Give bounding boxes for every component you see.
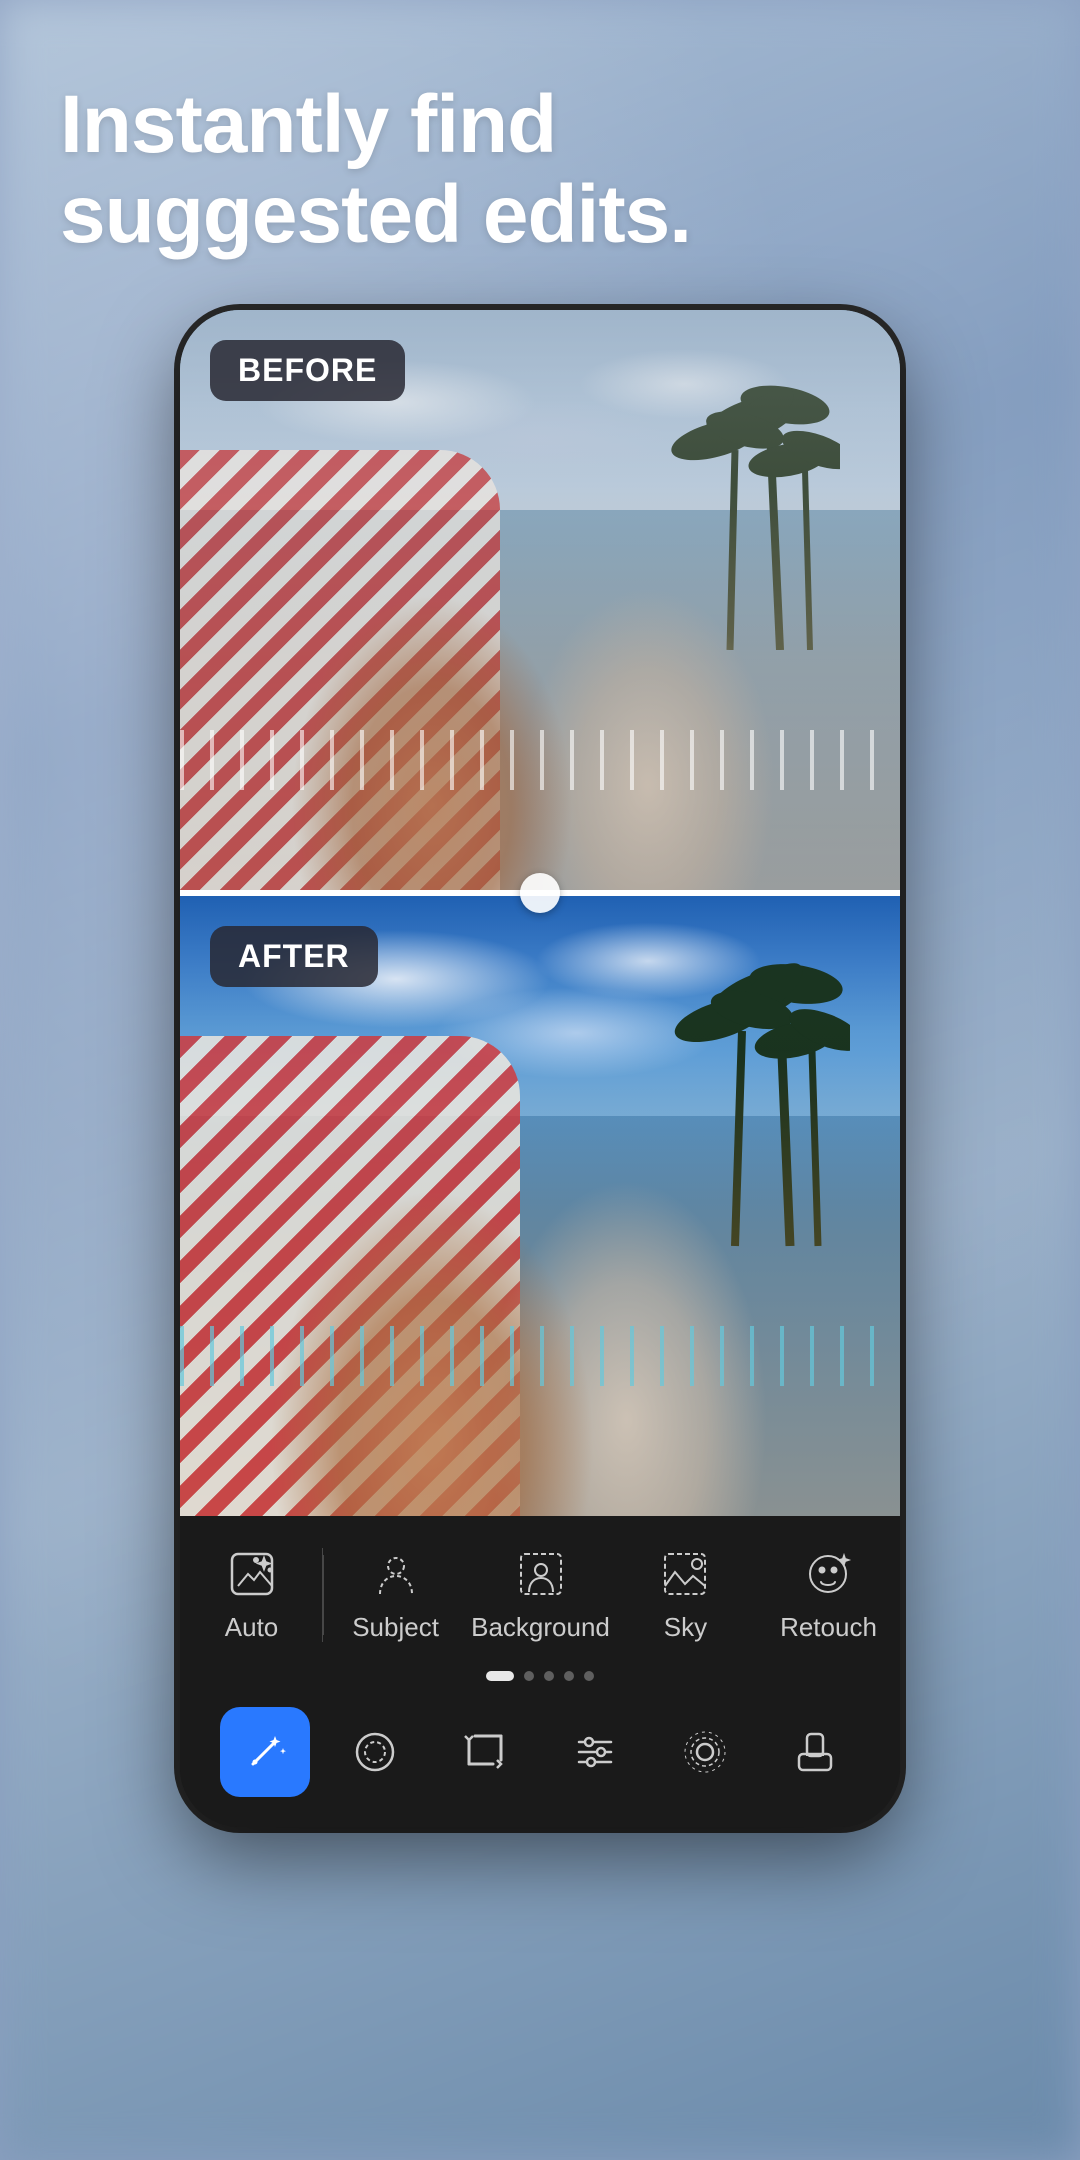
auto-enhance-icon [224, 1546, 280, 1602]
tab-auto-label: Auto [225, 1612, 279, 1643]
edit-tabs: Auto Subject [180, 1516, 900, 1663]
dot-5 [584, 1671, 594, 1681]
tab-subject-label: Subject [352, 1612, 439, 1643]
healing-button[interactable] [770, 1707, 860, 1797]
before-label: BEFORE [210, 340, 405, 401]
tab-sky-label: Sky [664, 1612, 707, 1643]
comparison-area: BEFORE [180, 310, 900, 1516]
railing-after [180, 1326, 900, 1386]
headline-line1: Instantly find [60, 79, 556, 170]
dot-3 [544, 1671, 554, 1681]
subject-icon [368, 1546, 424, 1602]
after-image: AFTER [180, 896, 900, 1516]
adjust-button[interactable] [550, 1707, 640, 1797]
divider-circle [520, 873, 560, 913]
select-button[interactable] [330, 1707, 420, 1797]
railing-before [180, 730, 900, 790]
headline: Instantly find suggested edits. [0, 0, 1080, 300]
tab-subject[interactable]: Subject [324, 1536, 467, 1653]
sky-icon [657, 1546, 713, 1602]
magic-wand-button[interactable] [220, 1707, 310, 1797]
comparison-divider [180, 890, 900, 896]
background-icon [513, 1546, 569, 1602]
tab-sky[interactable]: Sky [614, 1536, 757, 1653]
dots-indicator [180, 1663, 900, 1689]
crop-button[interactable] [440, 1707, 530, 1797]
after-label: AFTER [210, 926, 378, 987]
tab-retouch-label: Retouch [780, 1612, 877, 1643]
people-after [180, 1036, 900, 1516]
tab-retouch[interactable]: Retouch [757, 1536, 900, 1653]
tab-auto[interactable]: Auto [180, 1536, 323, 1653]
retouch-icon [800, 1546, 856, 1602]
headline-line2: suggested edits. [60, 169, 691, 260]
action-bar [180, 1689, 900, 1817]
people-before [180, 470, 900, 890]
dot-2 [524, 1671, 534, 1681]
tab-background[interactable]: Background [467, 1536, 614, 1653]
tab-background-label: Background [471, 1612, 610, 1643]
before-image: BEFORE [180, 310, 900, 890]
dot-4 [564, 1671, 574, 1681]
selective-button[interactable] [660, 1707, 750, 1797]
phone-mockup: BEFORE [180, 310, 900, 1827]
dot-1 [486, 1671, 514, 1681]
toolbar-area: Auto Subject [180, 1516, 900, 1827]
